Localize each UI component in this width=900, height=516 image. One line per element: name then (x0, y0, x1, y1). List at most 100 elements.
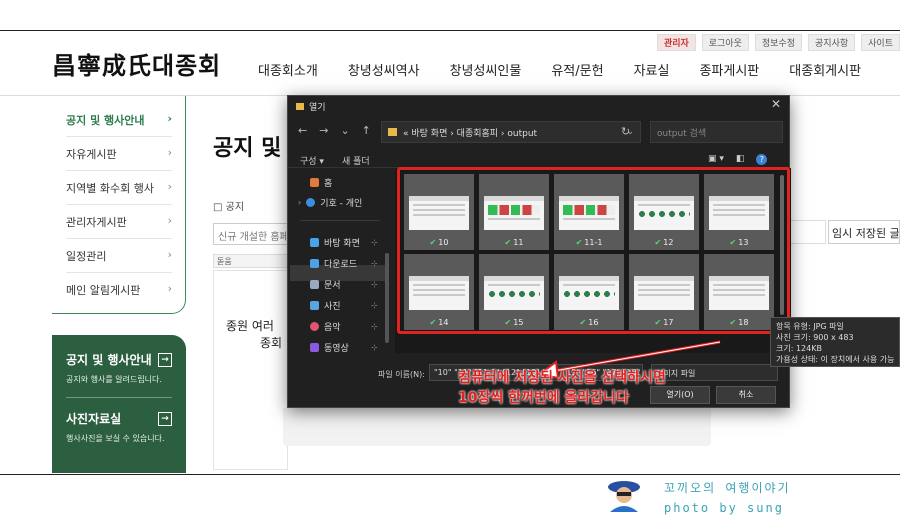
breadcrumb: « 바탕 화면 › 대종회홈피 › output (403, 128, 538, 139)
pin-icon: ⊹ (371, 259, 378, 268)
site-logo[interactable]: 昌寧成氏대종회 (52, 46, 221, 81)
chevron-right-icon: › (167, 282, 172, 295)
sidebar-item-schedule[interactable]: 일정관리 › (66, 240, 172, 273)
side-input[interactable] (790, 220, 826, 244)
temp-saved-button[interactable]: 임시 저장된 글 (828, 220, 900, 244)
nav-item-history[interactable]: 창녕성씨역사 (348, 60, 420, 79)
nav-item-videos[interactable]: 동영상 (310, 341, 349, 354)
new-folder-button[interactable]: 새 폴더 (342, 154, 370, 167)
nav-item-pictures[interactable]: 사진 (310, 299, 341, 312)
back-arrow-icon[interactable]: ← (298, 124, 307, 137)
folder-icon (388, 128, 397, 136)
dialog-titlebar: 열기 (296, 100, 326, 113)
utility-bar: 관리자 로그아웃 정보수정 공지사항 사이트 (656, 34, 900, 51)
navigation-pane: 홈 › 기호 - 개인 바탕 화면 다운로드 문서 사진 음악 동영상 ⊹ ⊹ ⊹… (288, 168, 392, 354)
sidebar-item-main-alerts[interactable]: 메인 알림게시판 › (66, 274, 172, 306)
notice-checkbox[interactable]: □ 공지 (213, 198, 244, 213)
nav-item-label: 홈 (324, 179, 333, 189)
nav-item-desktop[interactable]: 바탕 화면 (310, 236, 360, 249)
quicklink-title: 사진자료실 (66, 412, 122, 426)
nav-item-archive[interactable]: 자료실 (634, 60, 670, 79)
nav-scrollbar[interactable] (385, 253, 389, 343)
chevron-right-icon: › (298, 198, 302, 207)
nav-item-label: 문서 (324, 281, 341, 291)
nav-item-downloads[interactable]: 다운로드 (310, 257, 357, 270)
frame-top-line (0, 30, 900, 31)
close-icon[interactable]: ✕ (771, 97, 781, 111)
nav-item-home[interactable]: 홈 (310, 176, 332, 189)
view-controls: ▣ ▾ ◧ ? (708, 154, 768, 165)
desktop-icon (310, 238, 319, 247)
nav-item-branch-board[interactable]: 종파게시판 (699, 60, 759, 79)
forward-arrow-icon[interactable]: → (319, 124, 328, 137)
editor-content: 종원 여러 종회 (226, 318, 282, 352)
quicklinks-box: 공지 및 행사안내 → 공지와 행사를 알려드립니다. 사진자료실 → 행사사진을 … (52, 335, 186, 473)
nav-item-music[interactable]: 음악 (310, 320, 341, 333)
quicklink-photos[interactable]: 사진자료실 → (66, 410, 172, 427)
sidebar-item-label: 지역별 화수회 행사 (66, 182, 154, 195)
post-title-input[interactable]: 신규 개설한 홈페 (213, 223, 288, 245)
watermark-avatar-icon (608, 481, 640, 512)
chevron-right-icon: › (167, 112, 172, 125)
nav-item-clan-board[interactable]: 대종회게시판 (789, 60, 861, 79)
help-icon[interactable]: ? (756, 154, 768, 165)
annotation-text: 컴퓨터에 저장된 사진을 선택하시면 10장씩 한꺼번에 올라갑니다 (458, 368, 666, 408)
utility-link-admin[interactable]: 관리자 (656, 34, 696, 51)
sidebar-item-free-board[interactable]: 자유게시판 › (66, 138, 172, 171)
sidebar-item-notice-events[interactable]: 공지 및 행사안내 › (66, 104, 172, 137)
sidebar-item-label: 일정관리 (66, 250, 107, 263)
watermark-line: photo by sung (664, 501, 784, 515)
pin-icon: ⊹ (371, 343, 378, 352)
folder-icon (296, 103, 304, 110)
chevron-down-icon[interactable]: ⌄ (340, 124, 349, 137)
nav-item-label: 기호 - 개인 (320, 199, 363, 209)
cancel-button[interactable]: 취소 (716, 386, 776, 404)
quicklink-desc: 공지와 행사를 알려드립니다. (66, 375, 162, 384)
music-icon (310, 322, 319, 331)
nav-item-heritage[interactable]: 유적/문헌 (551, 60, 603, 79)
utility-link-notice[interactable]: 공지사항 (808, 34, 856, 51)
file-scrollbar[interactable] (780, 175, 784, 315)
home-icon (310, 178, 319, 187)
filetype-select[interactable]: 이미지 파일 (651, 364, 778, 381)
editor-area[interactable] (213, 270, 288, 470)
search-input[interactable]: output 검색 (650, 121, 783, 143)
nav-item-label: 바탕 화면 (324, 239, 360, 249)
editor-toolbar: 돋움 (213, 254, 288, 268)
organize-button[interactable]: 구성 ▾ (300, 154, 324, 167)
sidebar-item-admin-board[interactable]: 관리자게시판 › (66, 206, 172, 239)
utility-link-logout[interactable]: 로그아웃 (701, 34, 749, 51)
filename-label: 파일 이름(N): (378, 370, 425, 379)
nav-item-onedrive[interactable]: › 기호 - 개인 (298, 196, 362, 209)
nav-item-people[interactable]: 창녕성씨인물 (450, 60, 522, 79)
preview-pane-icon[interactable]: ◧ (736, 154, 745, 165)
chevron-right-icon: › (167, 248, 172, 261)
video-icon (310, 343, 319, 352)
nav-item-about[interactable]: 대종회소개 (258, 60, 318, 79)
quicklink-notice[interactable]: 공지 및 행사안내 → (66, 351, 172, 368)
annotation-line: 컴퓨터에 저장된 사진을 선택하시면 (458, 370, 666, 386)
quicklink-divider (66, 397, 172, 398)
pin-icon: ⊹ (371, 322, 378, 331)
selection-highlight-frame (397, 167, 790, 334)
nav-item-documents[interactable]: 문서 (310, 278, 341, 291)
sidebar-item-regional-events[interactable]: 지역별 화수회 행사 › (66, 172, 172, 205)
pictures-icon (310, 301, 319, 310)
up-arrow-icon[interactable]: ↑ (362, 124, 371, 137)
address-bar[interactable]: « 바탕 화면 › 대종회홈피 › output ⌄ (381, 121, 641, 143)
refresh-icon[interactable]: ↻ (621, 125, 630, 138)
arrow-right-icon: → (158, 411, 172, 426)
pin-icon: ⊹ (371, 238, 378, 247)
pin-icon: ⊹ (371, 280, 378, 289)
view-mode-icon[interactable]: ▣ ▾ (708, 154, 724, 165)
quicklink-title: 공지 및 행사안내 (66, 353, 152, 367)
quicklink-desc: 행사사진을 보실 수 있습니다. (66, 434, 165, 443)
utility-link-edit-info[interactable]: 정보수정 (754, 34, 803, 51)
arrow-right-icon: → (158, 352, 172, 367)
page-title: 공지 및 (213, 136, 282, 161)
utility-link-sitemap[interactable]: 사이트 (861, 34, 900, 51)
font-select[interactable]: 돋움 (217, 257, 232, 266)
sidebar-submenu: 공지 및 행사안내 › 자유게시판 › 지역별 화수회 행사 › 관리자게시판 › 일정… (52, 96, 186, 314)
nav-item-label: 음악 (324, 323, 341, 333)
sidebar-item-label: 공지 및 행사안내 (66, 114, 145, 127)
